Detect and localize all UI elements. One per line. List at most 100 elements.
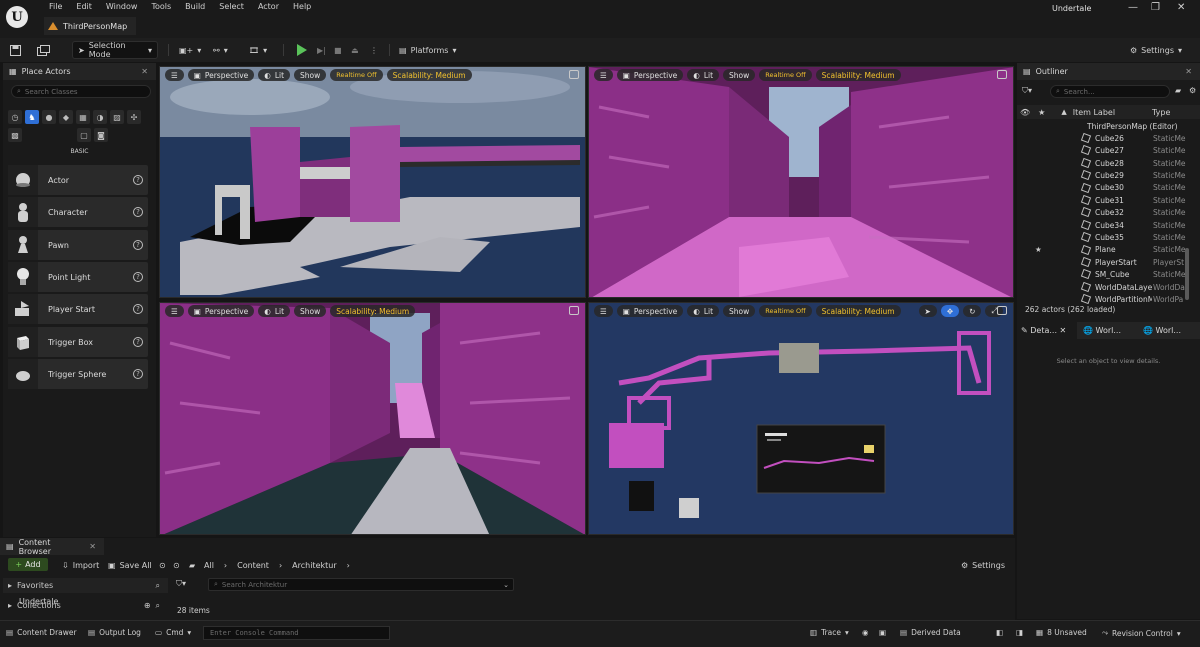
folder-icon[interactable]: ▰ [189,556,195,574]
trace-dropdown[interactable]: ▥ Trace ▾ [810,628,849,637]
breadcrumb-content[interactable]: Content [237,561,269,570]
viewport-options-button[interactable]: ☰ [594,305,613,317]
landscape-icon[interactable]: ▢ [77,128,91,142]
filter-icon[interactable]: ⛉▾ [1022,86,1032,96]
actor-item-pawn[interactable]: Pawn ? [8,230,148,260]
realtime-off-badge[interactable]: Realtime Off [330,69,383,81]
lit-button[interactable]: ◐ Lit [258,69,291,81]
sync-icon[interactable]: ◨ [1016,628,1023,637]
outliner-row[interactable]: Cube34 StaticMe [1017,219,1188,232]
viewport-top-right[interactable]: ☰ ▣ Perspective ◐ Lit Show Realtime Off Sc… [588,66,1014,298]
realtime-off-badge[interactable]: Realtime Off [759,305,812,317]
lit-button[interactable]: ◐ Lit [687,69,720,81]
viewport-options-button[interactable]: ☰ [165,69,184,81]
actor-item-character[interactable]: Character ? [8,197,148,227]
import-button[interactable]: ⇩ Import [62,556,99,574]
outliner-root[interactable]: ThirdPersonMap (Editor) [1017,120,1188,133]
record-icon[interactable]: ◉ [862,628,869,637]
camera-icon[interactable]: ▣ [879,628,886,637]
revision-control-button[interactable]: ⤳ Revision Control ▾ [1102,628,1181,638]
maximize-viewport-icon[interactable] [997,70,1007,79]
star-icon[interactable]: ★ [1035,245,1042,254]
eye-icon[interactable]: 👁 [1020,108,1030,117]
notifications-icon[interactable]: ◧ [996,628,1003,637]
help-icon[interactable]: ? [133,304,143,314]
outliner-row[interactable]: Cube30 StaticMe [1017,182,1188,195]
outliner-row[interactable]: Cube32 StaticMe [1017,206,1188,219]
add-collection-icon[interactable]: ⊕ [144,601,151,610]
close-icon[interactable]: ✕ [1185,67,1192,76]
tab-outliner[interactable]: ▤ Outliner ✕ [1017,63,1200,80]
blueprint-icon[interactable]: ⚯ ▾ [213,41,228,59]
close-window-button[interactable]: ✕ [1177,2,1185,13]
search-architektur-input[interactable]: ⌕ Search Architektur ⌄ [208,578,514,591]
eject-icon[interactable]: ⏏ [351,41,359,59]
search-classes-input[interactable]: ⌕ Search Classes [11,85,151,98]
maximize-viewport-icon[interactable] [569,70,579,79]
unreal-logo-icon[interactable]: U [6,6,28,28]
close-icon[interactable]: ✕ [89,542,96,551]
perspective-button[interactable]: ▣ Perspective [187,69,255,81]
outliner-row[interactable]: Cube35 StaticMe [1017,231,1188,244]
menu-actor[interactable]: Actor [251,2,286,11]
type-header[interactable]: Type [1152,108,1170,117]
move-tool-icon[interactable]: ✥ [940,305,960,317]
tab-world-partition[interactable]: 🌐 Worl... [1137,326,1197,335]
scalability-badge[interactable]: Scalability: Medium [815,305,901,317]
realtime-off-badge[interactable]: Realtime Off [759,69,812,81]
minimize-button[interactable]: — [1128,2,1138,13]
viewport-top-left[interactable]: ☰ ▣ Perspective ◐ Lit Show Realtime Off Sc… [159,66,586,298]
perspective-button[interactable]: ▣ Perspective [187,305,255,317]
tab-thirdpersonmap[interactable]: ThirdPersonMap [44,17,136,35]
menu-edit[interactable]: Edit [69,2,99,11]
star-icon[interactable]: ★ [1038,108,1045,117]
outliner-row[interactable]: WorldPartitionM WorldPa [1017,293,1188,306]
search-icon[interactable]: ⌕ [156,581,160,591]
step-icon[interactable]: ▶| [317,41,326,59]
content-icon[interactable] [37,41,50,59]
scalability-badge[interactable]: Scalability: Medium [386,69,472,81]
search-icon[interactable]: ⌕ [156,601,160,611]
content-drawer-button[interactable]: ▤ Content Drawer [6,628,77,637]
help-icon[interactable]: ? [133,369,143,379]
settings-dropdown[interactable]: ⚙ Settings ▾ [1130,41,1182,59]
menu-help[interactable]: Help [286,2,318,11]
outliner-row[interactable]: SM_Cube StaticMe [1017,268,1188,281]
cmd-dropdown[interactable]: ▭ Cmd ▾ [155,628,191,637]
actor-item-trigger-sphere[interactable]: Trigger Sphere ? [8,359,148,389]
basic-icon[interactable]: ♞ [25,110,39,124]
perspective-button[interactable]: ▣ Perspective [616,305,684,317]
menu-window[interactable]: Window [99,2,145,11]
tab-world-settings[interactable]: 🌐 Worl... [1077,326,1137,335]
add-button[interactable]: + Add [8,558,48,571]
actor-item-actor[interactable]: Actor ? [8,165,148,195]
perspective-button[interactable]: ▣ Perspective [616,69,684,81]
play-icon[interactable] [297,41,307,59]
lit-button[interactable]: ◐ Lit [687,305,720,317]
add-folder-icon[interactable]: ▰ [1175,86,1181,95]
derived-data-button[interactable]: ▤ Derived Data [900,628,961,637]
viewport-options-button[interactable]: ☰ [594,69,613,81]
play-options-icon[interactable]: ⋮ [370,41,378,59]
actor-item-point-light[interactable]: Point Light ? [8,262,148,292]
maximize-viewport-icon[interactable] [997,306,1007,315]
viewport-bottom-left[interactable]: ☰ ▣ Perspective ◐ Lit Show Scalability: Me… [159,302,586,535]
show-button[interactable]: Show [723,69,756,81]
select-tool-icon[interactable]: ➤ [918,305,937,317]
outliner-row[interactable]: WorldDataLaye WorldDa [1017,281,1188,294]
help-icon[interactable]: ? [133,175,143,185]
viewport-bottom-right[interactable]: ☰ ▣ Perspective ◐ Lit Show Realtime Off Sc… [588,302,1014,535]
gear-icon[interactable]: ⚙ [1189,86,1196,95]
volumes-icon[interactable]: ▨ [110,110,124,124]
menu-tools[interactable]: Tools [144,2,178,11]
shapes-icon[interactable]: ▩ [8,128,22,142]
save-icon[interactable] [10,41,21,59]
menu-select[interactable]: Select [212,2,251,11]
outliner-row[interactable]: Cube31 StaticMe [1017,194,1188,207]
show-button[interactable]: Show [294,305,327,317]
help-icon[interactable]: ? [133,337,143,347]
console-command-input[interactable]: Enter Console Command [203,626,390,640]
item-label-header[interactable]: Item Label [1073,108,1115,117]
maximize-viewport-icon[interactable] [569,306,579,315]
tab-details[interactable]: ✎ Deta... ✕ [1017,322,1077,339]
